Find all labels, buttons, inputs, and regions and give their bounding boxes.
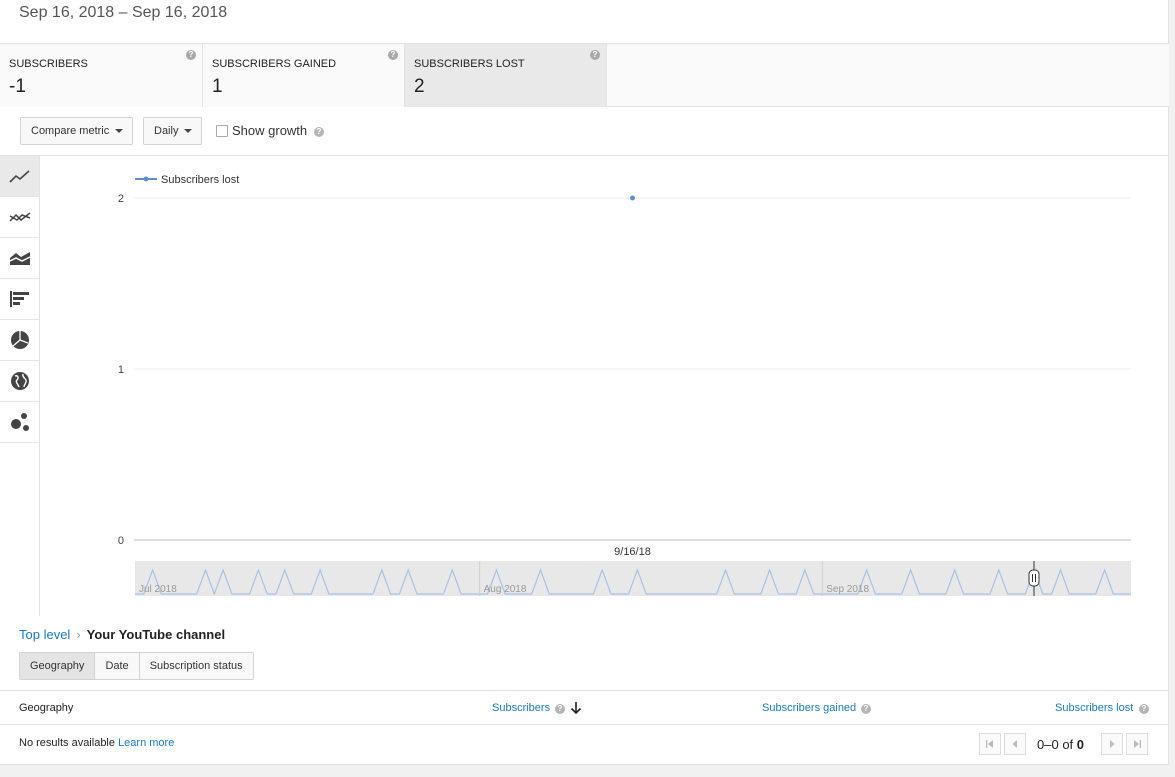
line-chart-icon[interactable] xyxy=(0,156,39,197)
analytics-page: Sep 16, 2018 – Sep 16, 2018 SUBSCRIBERS … xyxy=(0,0,1169,765)
compare-metric-label: Compare metric xyxy=(31,125,110,137)
arrow-down-icon[interactable] xyxy=(570,701,582,715)
first-page-icon[interactable] xyxy=(979,733,1001,755)
interval-label: Daily xyxy=(154,125,179,137)
metric-value: -1 xyxy=(9,76,26,97)
help-icon[interactable]: ? xyxy=(1139,704,1149,714)
pagination-status: 0–0 of 0 xyxy=(1037,737,1084,752)
tab-geography[interactable]: Geography xyxy=(20,653,96,679)
bubble-chart-icon[interactable] xyxy=(0,402,39,443)
show-growth-label[interactable]: Show growth xyxy=(232,123,307,138)
y-tick-label: 2 xyxy=(118,193,124,205)
overview-background xyxy=(135,561,1131,596)
breadcrumb-top-level-link[interactable]: Top level xyxy=(19,627,70,642)
column-header-subscribers-lost[interactable]: Subscribers lost xyxy=(1055,702,1133,714)
subscribers-lost-chart[interactable]: 0 1 2 Subscribers lost 9/16/18 Jul 2018 Aug 20… xyxy=(40,156,1169,616)
overview-month-label: Aug 2018 xyxy=(484,584,527,595)
metric-value: 1 xyxy=(212,76,223,97)
previous-page-icon[interactable] xyxy=(1004,733,1026,755)
metric-subscribers-gained[interactable]: SUBSCRIBERS GAINED 1 ? xyxy=(203,44,405,107)
bar-chart-icon[interactable] xyxy=(0,279,39,320)
date-range[interactable]: Sep 16, 2018 – Sep 16, 2018 xyxy=(19,4,227,22)
help-icon[interactable]: ? xyxy=(590,50,600,60)
breadcrumb-separator: › xyxy=(76,627,81,642)
help-icon[interactable]: ? xyxy=(861,704,871,714)
y-tick-label: 0 xyxy=(118,535,124,547)
pie-chart-icon[interactable] xyxy=(0,320,39,361)
stacked-area-chart-icon[interactable] xyxy=(0,238,39,279)
dimension-tabs: Geography Date Subscription status xyxy=(19,652,254,680)
table-header: Geography Subscribers ? Subscribers gain… xyxy=(0,690,1169,725)
chevron-down-icon xyxy=(184,129,192,133)
chart-type-sidebar xyxy=(0,156,40,616)
metric-label: SUBSCRIBERS LOST xyxy=(414,58,525,70)
help-icon[interactable]: ? xyxy=(314,127,324,137)
column-header-subscribers[interactable]: Subscribers xyxy=(492,702,550,714)
help-icon[interactable]: ? xyxy=(186,50,196,60)
column-header-geography: Geography xyxy=(19,702,74,714)
metric-value: 2 xyxy=(414,76,425,97)
help-icon[interactable]: ? xyxy=(388,50,398,60)
y-tick-label: 1 xyxy=(118,364,124,376)
breadcrumb: Top level › Your YouTube channel xyxy=(19,627,225,642)
chart-controls: Compare metric Daily xyxy=(0,107,1169,156)
legend-entry: Subscribers lost xyxy=(161,174,239,186)
metric-label: SUBSCRIBERS xyxy=(9,58,88,70)
pagination-of: of xyxy=(1062,737,1074,752)
show-growth-checkbox[interactable] xyxy=(216,125,228,137)
data-point xyxy=(630,195,635,201)
breadcrumb-current: Your YouTube channel xyxy=(86,627,226,642)
x-tick-label: 9/16/18 xyxy=(614,546,651,558)
learn-more-link[interactable]: Learn more xyxy=(118,737,174,749)
globe-map-icon[interactable] xyxy=(0,361,39,402)
legend-marker xyxy=(143,176,149,182)
metric-subscribers-lost[interactable]: SUBSCRIBERS LOST 2 ? xyxy=(405,44,607,107)
overview-month-label: Sep 2018 xyxy=(826,584,869,595)
last-page-icon[interactable] xyxy=(1126,733,1148,755)
next-page-icon[interactable] xyxy=(1101,733,1123,755)
metric-label: SUBSCRIBERS GAINED xyxy=(212,58,337,70)
pagination-total: 0 xyxy=(1076,737,1085,752)
pagination-range: 0–0 xyxy=(1037,737,1059,752)
interval-dropdown[interactable]: Daily xyxy=(143,117,202,145)
metric-cards: SUBSCRIBERS -1 ? SUBSCRIBERS GAINED 1 ? … xyxy=(0,43,1169,107)
no-results-message: No results available Learn more xyxy=(19,737,174,749)
range-handle[interactable] xyxy=(1028,569,1040,587)
chart-area: 0 1 2 Subscribers lost 9/16/18 Jul 2018 Aug 20… xyxy=(40,156,1169,616)
help-icon[interactable]: ? xyxy=(555,704,565,714)
metric-subscribers[interactable]: SUBSCRIBERS -1 ? xyxy=(0,44,203,107)
compare-metric-button[interactable]: Compare metric xyxy=(20,117,133,145)
tab-subscription-status[interactable]: Subscription status xyxy=(139,653,253,679)
multiline-chart-icon[interactable] xyxy=(0,197,39,238)
chevron-down-icon xyxy=(115,129,123,133)
overview-month-label: Jul 2018 xyxy=(139,584,177,595)
tab-date[interactable]: Date xyxy=(95,653,140,679)
no-results-text: No results available xyxy=(19,737,115,749)
column-header-subscribers-gained[interactable]: Subscribers gained xyxy=(762,702,856,714)
